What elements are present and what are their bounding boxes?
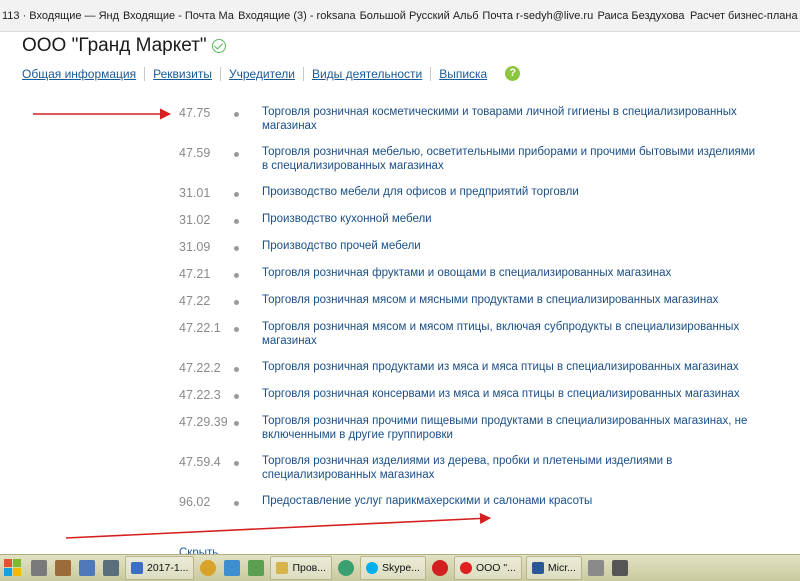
taskbar-item-skype[interactable]: Skype... [360, 556, 426, 580]
bullet-icon [234, 461, 239, 466]
bullet-icon [234, 327, 239, 332]
bullet-icon [234, 112, 239, 117]
activity-code: 47.29.39 [179, 415, 228, 429]
activity-row: 47.59.4 Торговля розничная изделиями из д… [0, 453, 800, 493]
activity-row: 31.01 Производство мебели для офисов и пр… [0, 184, 800, 211]
activity-description-link[interactable]: Торговля розничная прочими пищевыми прод… [262, 415, 762, 442]
activities-list: 47.75 Торговля розничная косметическими и… [0, 104, 800, 520]
taskbar-item-label: Skype... [382, 562, 420, 574]
company-name: ООО "Гранд Маркет" [22, 35, 207, 56]
activity-description-link[interactable]: Торговля розничная изделиями из дерева, … [262, 455, 762, 482]
activity-description-link[interactable]: Торговля розничная косметическими и това… [262, 106, 762, 133]
taskbar-item-2017[interactable]: 2017-1... [125, 556, 195, 580]
activity-code: 31.01 [179, 186, 211, 200]
app-icon[interactable] [611, 560, 628, 576]
activity-code: 47.59.4 [179, 455, 221, 469]
activity-description-link[interactable]: Торговля розничная фруктами и овощами в … [262, 267, 762, 281]
activity-code: 47.21 [179, 267, 211, 281]
start-button[interactable] [3, 558, 23, 578]
activity-description-link[interactable]: Производство мебели для офисов и предпри… [262, 186, 762, 200]
mail-icon[interactable] [224, 560, 241, 576]
activity-code: 47.75 [179, 106, 211, 120]
app-icon[interactable] [587, 560, 604, 576]
verified-check-icon [211, 39, 226, 53]
activity-row: 96.02 Предоставление услуг парикмахерским… [0, 493, 800, 520]
activity-row: 31.02 Производство кухонной мебели [0, 211, 800, 238]
windows-taskbar: 2017-1... Пров... Skype... ООО "... Micr… [0, 554, 800, 581]
activity-row: 47.29.39 Торговля розничная прочими пищев… [0, 413, 800, 453]
activity-row: 47.22.1 Торговля розничная мясом и мясом … [0, 319, 800, 359]
tab-extract[interactable]: Выписка [430, 66, 495, 81]
activity-row: 31.09 Производство прочей мебели [0, 238, 800, 265]
bookmarks-bar: 113 · Входящие — Янд Входящие - Почта Ма В… [0, 0, 800, 32]
activity-row: 47.22.2 Торговля розничная продуктами из … [0, 359, 800, 386]
bullet-icon [234, 394, 239, 399]
bullet-icon [234, 246, 239, 251]
activity-description-link[interactable]: Торговля розничная мебелью, осветительны… [262, 146, 762, 173]
activity-description-link[interactable]: Производство прочей мебели [262, 240, 762, 254]
taskbar-item-label: ООО "... [475, 562, 516, 574]
activity-description-link[interactable]: Торговля розничная мясом и мясом птицы, … [262, 321, 762, 348]
activity-description-link[interactable]: Торговля розничная продуктами из мяса и … [262, 361, 762, 375]
quicklaunch-icon[interactable] [55, 560, 71, 576]
taskbar-item-word[interactable]: Micr... [525, 556, 582, 580]
bullet-icon [234, 300, 239, 305]
bullet-icon [234, 192, 239, 197]
arrow-annotation-bottom [65, 512, 492, 539]
bookmark-item[interactable]: Почта r-sedyh@live.ru [480, 10, 595, 22]
tab-general-info[interactable]: Общая информация [22, 67, 144, 81]
bullet-icon [234, 501, 239, 506]
taskbar-item-label: Пров... [292, 562, 327, 574]
bullet-icon [234, 367, 239, 372]
tab-founders[interactable]: Учредители [219, 66, 303, 81]
bullet-icon [234, 273, 239, 278]
quicklaunch-icon[interactable] [103, 560, 119, 576]
app-icon[interactable] [338, 560, 355, 576]
activity-row: 47.21 Торговля розничная фруктами и овоща… [0, 265, 800, 292]
quicklaunch-icon[interactable] [79, 560, 95, 576]
bookmark-item[interactable]: Входящие (3) - roksana [236, 10, 357, 22]
taskbar-item-yandex[interactable]: ООО "... [453, 556, 522, 580]
company-tabs: Общая информация Реквизиты Учредители Виды … [22, 66, 521, 81]
activity-description-link[interactable]: Торговля розничная мясом и мясными проду… [262, 294, 762, 308]
taskbar-item-label: 2017-1... [147, 562, 189, 574]
bullet-icon [234, 421, 239, 426]
taskbar-item-label: Micr... [547, 562, 576, 574]
bookmark-item[interactable]: Большой Русский Альб [358, 10, 481, 22]
bookmark-item[interactable]: Расчет бизнес-плана [688, 10, 800, 22]
activity-code: 31.02 [179, 213, 211, 227]
bookmark-item[interactable]: Раиса Бездухова [595, 10, 688, 22]
activity-row: 47.22 Торговля розничная мясом и мясными … [0, 292, 800, 319]
activity-description-link[interactable]: Предоставление услуг парикмахерскими и с… [262, 495, 762, 509]
activity-row: 47.75 Торговля розничная косметическими и… [0, 104, 800, 144]
activity-row: 47.59 Торговля розничная мебелью, осветит… [0, 144, 800, 184]
app-icon[interactable] [248, 560, 265, 576]
activity-code: 47.59 [179, 146, 211, 160]
tab-activities[interactable]: Виды деятельности [302, 66, 430, 81]
activity-code: 96.02 [179, 495, 211, 509]
activity-code: 47.22.3 [179, 388, 221, 402]
activity-row: 47.22.3 Торговля розничная консервами из … [0, 386, 800, 413]
bullet-icon [234, 219, 239, 224]
taskbar-item-prov[interactable]: Пров... [270, 556, 333, 580]
tab-requisites[interactable]: Реквизиты [144, 66, 220, 81]
activity-description-link[interactable]: Производство кухонной мебели [262, 213, 762, 227]
quicklaunch-icon[interactable] [31, 560, 47, 576]
bullet-icon [234, 152, 239, 157]
company-header: ООО "Гранд Маркет" [22, 35, 226, 57]
activity-code: 47.22.1 [179, 321, 221, 335]
activity-code: 31.09 [179, 240, 211, 254]
opera-icon[interactable] [431, 560, 448, 576]
activity-description-link[interactable]: Торговля розничная консервами из мяса и … [262, 388, 762, 402]
activity-code: 47.22 [179, 294, 211, 308]
chrome-icon[interactable] [200, 560, 217, 576]
bookmark-item[interactable]: Входящие - Почта Ма [121, 10, 236, 22]
bookmark-item[interactable]: 113 · Входящие — Янд [0, 10, 121, 22]
activity-code: 47.22.2 [179, 361, 221, 375]
help-icon[interactable]: ? [505, 66, 521, 81]
